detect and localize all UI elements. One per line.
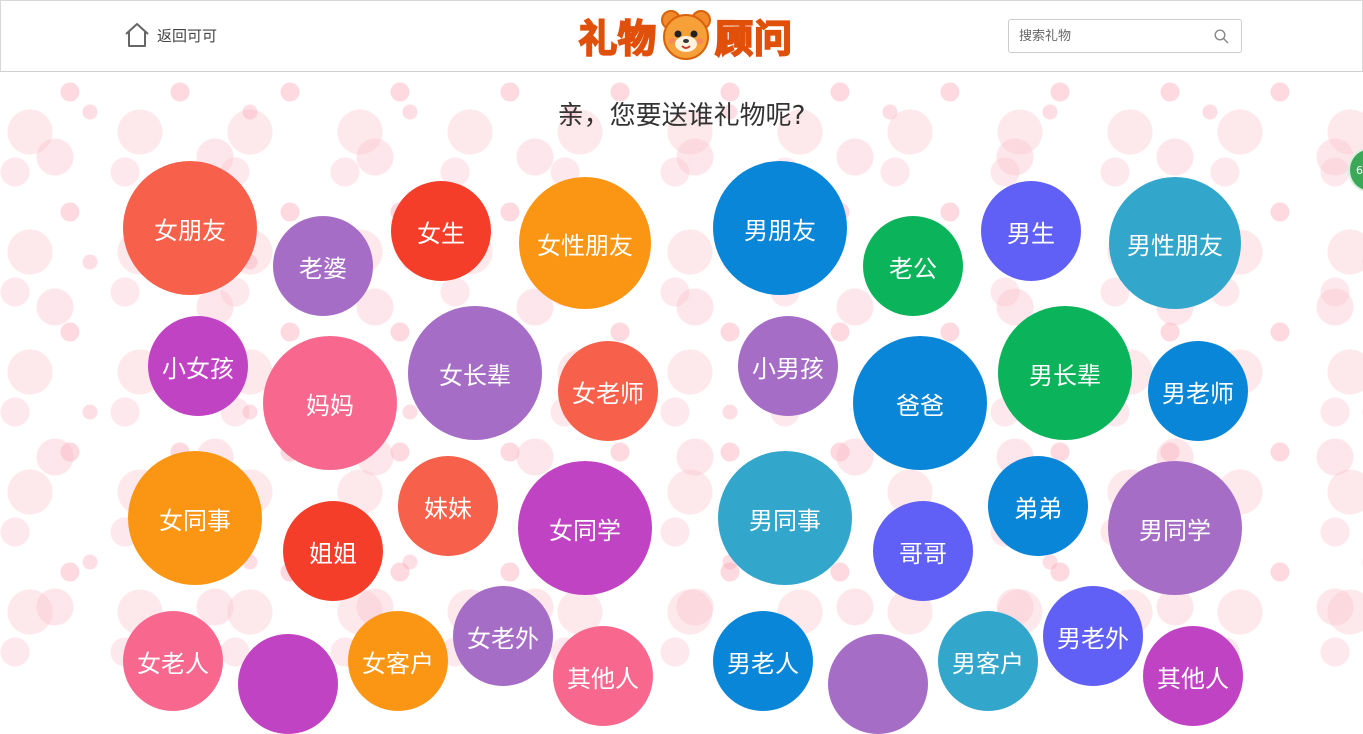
recipient-bubble[interactable]: 男同事 [718, 451, 852, 585]
recipient-bubble[interactable]: 男性朋友 [1109, 177, 1241, 309]
page-question: 亲，您要送谁礼物呢? [557, 101, 806, 131]
recipient-bubble[interactable]: 女老外 [453, 586, 553, 686]
top-header: 返回可可 礼物 顾问 [0, 0, 1363, 72]
back-home-link[interactable]: 返回可可 [123, 21, 217, 49]
recipient-bubble[interactable]: 女朋友 [123, 161, 257, 295]
recipient-bubble[interactable]: 妈妈 [263, 336, 397, 470]
search-input[interactable] [1017, 20, 1211, 52]
home-icon [125, 23, 149, 47]
recipient-bubble[interactable]: 男老人 [713, 611, 813, 711]
recipient-bubble[interactable]: 姐姐 [283, 501, 383, 601]
recipient-bubble[interactable]: 女性朋友 [519, 177, 651, 309]
recipient-bubble[interactable]: 女同事 [128, 451, 262, 585]
bear-mascot-icon [661, 10, 712, 60]
recipient-bubble[interactable]: 爸爸 [853, 336, 987, 470]
recipient-bubble[interactable]: 其他人 [1143, 626, 1243, 726]
recipient-bubble[interactable]: 小男孩 [738, 316, 838, 416]
search-box [1008, 19, 1242, 53]
recipient-bubble[interactable]: 哥哥 [873, 501, 973, 601]
recipient-bubble[interactable]: 男朋友 [713, 161, 847, 295]
recipient-bubble[interactable]: 男同学 [1108, 461, 1242, 595]
recipient-bubble[interactable]: 女生 [391, 181, 491, 281]
logo-text-left: 礼物 [578, 16, 658, 62]
recipient-bubble[interactable]: 小女孩 [148, 316, 248, 416]
recipient-bubble[interactable]: 老公 [863, 216, 963, 316]
back-home-label: 返回可可 [157, 26, 218, 45]
recipient-bubble[interactable]: 女老人 [123, 611, 223, 711]
recipient-bubble[interactable]: 男老外 [1043, 586, 1143, 686]
search-icon[interactable] [1214, 29, 1229, 44]
recipient-bubble[interactable]: 男老师 [1148, 341, 1248, 441]
recipient-bubble[interactable]: 妹妹 [398, 456, 498, 556]
recipient-bubble[interactable]: 男客户 [938, 611, 1038, 711]
recipient-bubble[interactable]: 其他人 [553, 626, 653, 726]
recipient-bubble[interactable]: 女同学 [518, 461, 652, 595]
logo-text-right: 顾问 [714, 16, 794, 62]
recipient-bubble[interactable]: 女长辈 [408, 306, 542, 440]
recipient-bubble[interactable]: 男长辈 [998, 306, 1132, 440]
site-logo[interactable]: 礼物 顾问 [578, 7, 794, 63]
recipient-bubble[interactable]: 男生 [981, 181, 1081, 281]
recipient-bubble[interactable]: 女客户 [348, 611, 448, 711]
recipient-bubble[interactable]: 老婆 [273, 216, 373, 316]
recipient-bubble[interactable]: 弟弟 [988, 456, 1088, 556]
recipient-bubble[interactable]: 女老师 [558, 341, 658, 441]
recipient-bubble[interactable] [828, 634, 928, 734]
recipient-bubble[interactable] [238, 634, 338, 734]
